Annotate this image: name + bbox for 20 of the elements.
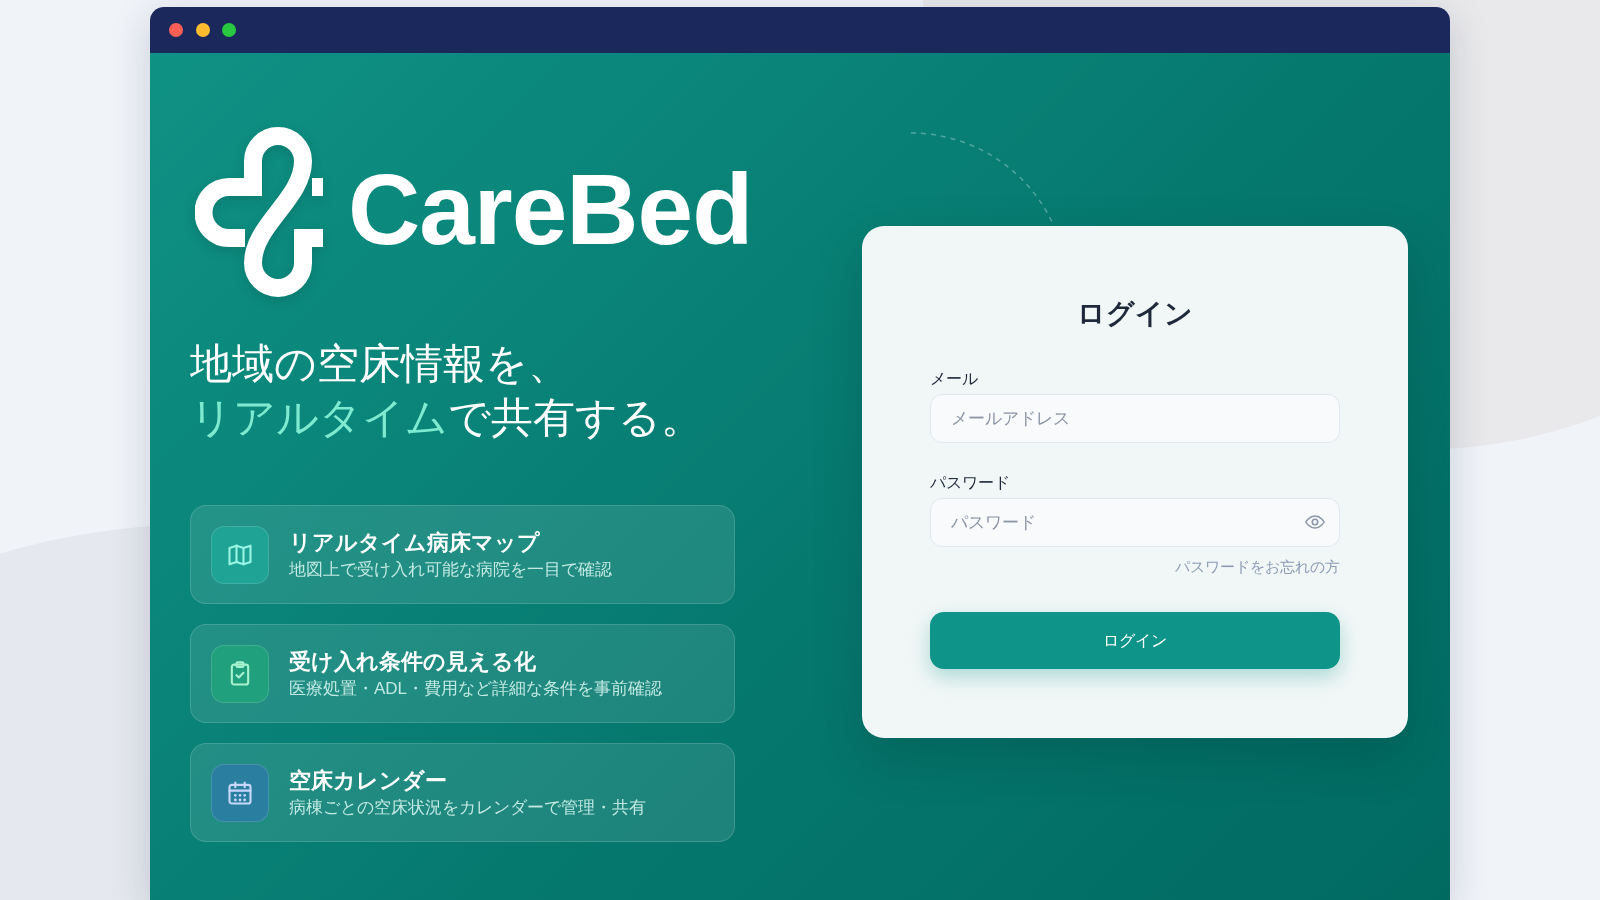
password-field[interactable]: パスワード: [930, 498, 1340, 547]
eye-icon[interactable]: [1305, 515, 1325, 529]
feature-title: リアルタイム病床マップ: [289, 529, 541, 557]
forgot-password-link[interactable]: パスワードをお忘れの方: [1175, 559, 1340, 575]
feature-title: 空床カレンダー: [289, 767, 448, 795]
feature-description: 医療処置・ADL・費用など詳細な条件を事前確認: [289, 677, 663, 700]
brand-name: CareBed: [348, 159, 753, 259]
login-button[interactable]: ログイン: [930, 612, 1340, 669]
minimize-icon[interactable]: [195, 23, 210, 37]
close-icon[interactable]: [169, 23, 183, 37]
feature-description: 地図上で受け入れ可能な病院を一目で確認: [289, 558, 612, 581]
feature-description: 病棟ごとの空床状況をカレンダーで管理・共有: [289, 796, 646, 819]
email-field[interactable]: メールアドレス: [930, 394, 1340, 443]
logo-icon: [195, 127, 323, 297]
feature-title: 受け入れ条件の見える化: [289, 648, 537, 676]
maximize-icon[interactable]: [222, 23, 236, 37]
login-title: ログイン: [1076, 297, 1194, 331]
field-label: メール: [930, 369, 979, 389]
field-label: パスワード: [930, 473, 1011, 493]
tagline: 地域の空床情報を、 リアルタイムで共有する。: [190, 339, 704, 443]
